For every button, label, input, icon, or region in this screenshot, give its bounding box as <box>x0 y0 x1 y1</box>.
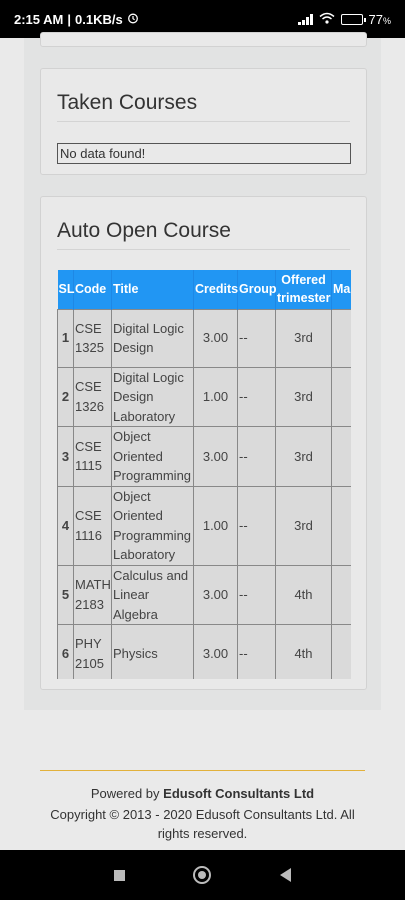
column-header-group: Group <box>237 270 277 309</box>
alarm-icon <box>127 12 139 27</box>
row-title: Object Oriented Programming <box>111 426 194 487</box>
table-row: 5 MATH 2183 Calculus and Linear Algebra 3.0… <box>57 564 351 625</box>
column-header-ma: Ma <box>331 270 351 309</box>
table-row: 2 CSE 1326 Digital Logic Design Laboratory… <box>57 366 351 427</box>
table-row: 1 CSE 1325 Digital Logic Design 3.00 -- 3rd <box>57 308 351 368</box>
row-sl: 3 <box>57 426 74 487</box>
row-title: Digital Logic Design <box>111 308 194 368</box>
row-group: -- <box>237 485 276 566</box>
row-title: Calculus and Linear Algebra <box>111 564 194 625</box>
status-right: 77% <box>297 11 391 27</box>
row-ma <box>331 308 351 368</box>
row-credits: 3.00 <box>193 426 238 487</box>
row-ma <box>331 624 351 679</box>
row-ma <box>331 485 351 566</box>
row-group: -- <box>237 564 276 625</box>
course-table-scroll[interactable]: SL Code Title Credits Group Offered trim… <box>57 270 351 679</box>
row-sl: 4 <box>57 485 74 566</box>
row-group: -- <box>237 426 276 487</box>
status-separator: | <box>67 11 72 27</box>
row-group: -- <box>237 624 276 679</box>
column-header-offered-trimester: Offered trimester <box>275 270 332 309</box>
row-credits: 1.00 <box>193 485 238 566</box>
row-sl: 5 <box>57 564 74 625</box>
copyright-text: Copyright © 2013 - 2020 Edusoft Consulta… <box>50 807 355 841</box>
no-data-message: No data found! <box>57 143 351 164</box>
row-credits: 3.00 <box>193 624 238 679</box>
powered-by-company: Edusoft Consultants Ltd <box>163 786 315 801</box>
back-triangle-icon[interactable] <box>279 868 291 882</box>
table-header-row: SL Code Title Credits Group Offered trim… <box>57 270 351 309</box>
row-group: -- <box>237 308 276 368</box>
row-title: Object Oriented Programming Laboratory <box>111 485 194 566</box>
column-header-title: Title <box>111 270 194 309</box>
row-code: CSE 1325 <box>73 308 112 368</box>
row-ma <box>331 426 351 487</box>
battery-percent: 77% <box>368 11 391 27</box>
page-content[interactable]: Taken Courses No data found! Auto Open C… <box>0 32 405 850</box>
row-trimester: 4th <box>275 624 332 679</box>
footer-rule <box>40 770 365 771</box>
row-credits: 3.00 <box>193 564 238 625</box>
powered-by: Powered by Edusoft Consultants Ltd <box>0 786 405 801</box>
row-trimester: 4th <box>275 564 332 625</box>
previous-card-bottom <box>40 32 367 47</box>
row-credits: 3.00 <box>193 308 238 368</box>
row-sl: 2 <box>57 366 74 427</box>
row-trimester: 3rd <box>275 485 332 566</box>
row-credits: 1.00 <box>193 366 238 427</box>
taken-courses-title: Taken Courses <box>57 91 198 114</box>
table-row: 4 CSE 1116 Object Oriented Programming Lab… <box>57 485 351 566</box>
status-left: 2:15 AM | 0.1KB/s <box>14 12 139 27</box>
table-row: 6 PHY 2105 Physics 3.00 -- 4th <box>57 624 351 679</box>
row-sl: 6 <box>57 624 74 679</box>
status-time: 2:15 AM <box>14 11 64 27</box>
signal-icon <box>297 13 313 25</box>
table-row: 3 CSE 1115 Object Oriented Programming 3.00… <box>57 426 351 487</box>
divider <box>57 249 350 250</box>
column-header-credits: Credits <box>193 270 238 309</box>
auto-open-course-title: Auto Open Course <box>57 219 231 242</box>
row-sl: 1 <box>57 308 74 368</box>
auto-open-course-card: Auto Open Course SL Code Title Credits G… <box>40 196 367 690</box>
auto-open-course-table: SL Code Title Credits Group Offered trim… <box>57 270 351 679</box>
wifi-icon <box>319 12 335 27</box>
row-title: Physics <box>111 624 194 679</box>
row-code: CSE 1326 <box>73 366 112 427</box>
status-speed: 0.1KB/s <box>75 11 123 27</box>
row-trimester: 3rd <box>275 366 332 427</box>
row-code: CSE 1115 <box>73 426 112 487</box>
row-ma <box>331 564 351 625</box>
row-title: Digital Logic Design Laboratory <box>111 366 194 427</box>
content-panel: Taken Courses No data found! Auto Open C… <box>24 32 381 710</box>
row-trimester: 3rd <box>275 426 332 487</box>
row-code: CSE 1116 <box>73 485 112 566</box>
column-header-code: Code <box>73 270 112 309</box>
circle-icon[interactable] <box>193 866 212 884</box>
battery-icon <box>340 13 366 25</box>
navigation-bar <box>0 850 405 900</box>
divider <box>57 121 350 122</box>
row-group: -- <box>237 366 276 427</box>
row-code: PHY 2105 <box>73 624 112 679</box>
row-ma <box>331 366 351 427</box>
column-header-sl: SL <box>57 270 74 309</box>
taken-courses-card: Taken Courses No data found! <box>40 68 367 175</box>
row-trimester: 3rd <box>275 308 332 368</box>
powered-by-prefix: Powered by <box>90 786 164 801</box>
row-code: MATH 2183 <box>73 564 112 625</box>
square-icon[interactable] <box>114 869 126 881</box>
